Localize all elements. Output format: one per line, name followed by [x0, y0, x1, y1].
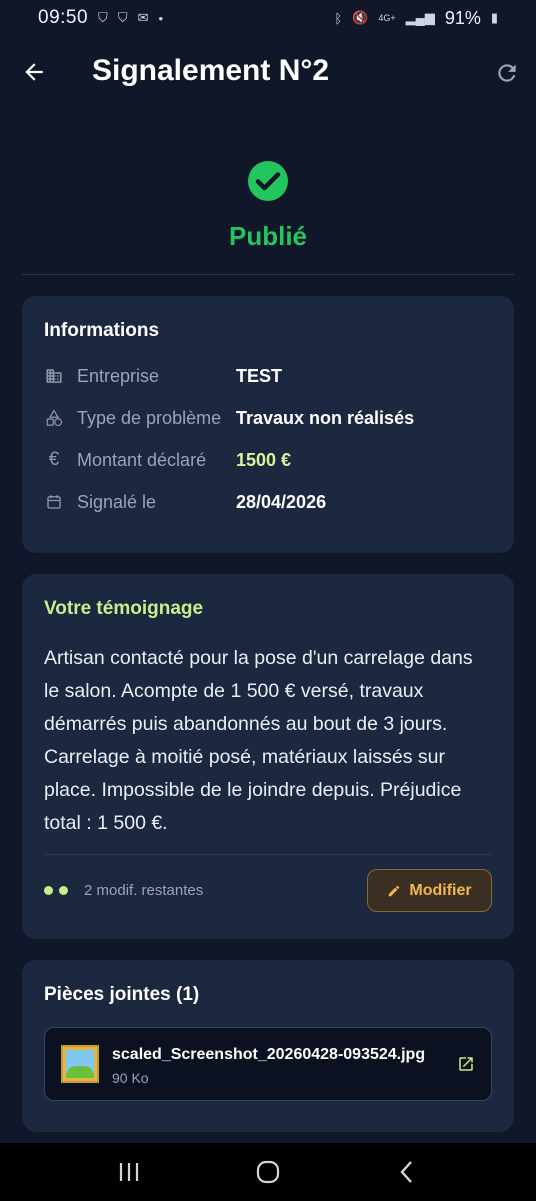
status-label: Publié — [228, 221, 307, 251]
open-external-icon[interactable] — [457, 1055, 475, 1073]
file-size: 90 Ko — [112, 1070, 149, 1086]
info-row-company: Entreprise TEST — [44, 362, 492, 390]
battery-percent: 91% — [444, 7, 481, 28]
signal-icon: ▂▄▆ — [405, 10, 435, 25]
info-label: Signalé le — [77, 491, 157, 512]
status-bar: 09:50 ⛉ ⛉ ✉ • ᛒ 🔇 4G+ ▂▄▆ 91% ▮ — [0, 0, 536, 36]
publication-status: Publié — [0, 160, 536, 252]
network-type: 4G+ — [378, 13, 396, 23]
dot-icon: • — [158, 10, 164, 26]
info-row-amount: € Montant déclaré 1500 € — [44, 446, 492, 474]
page-title: Signalement N°2 — [92, 54, 330, 87]
attachments-title: Pièces jointes (1) — [44, 984, 200, 1005]
info-row-problem-type: Type de problème Travaux non réalisés — [44, 404, 492, 432]
edit-dot — [44, 886, 53, 895]
modify-button[interactable]: Modifier — [367, 869, 492, 912]
info-value: TEST — [236, 365, 283, 386]
testimony-card: Votre témoignage Artisan contacté pour l… — [22, 574, 514, 939]
system-nav-bar — [0, 1143, 536, 1201]
refresh-button[interactable] — [492, 58, 522, 88]
divider — [22, 274, 514, 275]
app-bar: Signalement N°2 — [0, 44, 536, 104]
shield-notification-icon-2: ⛉ — [117, 10, 128, 25]
info-card: Informations Entreprise TEST Type de pro… — [22, 296, 514, 553]
bluetooth-icon: ᛒ — [334, 10, 343, 26]
check-circle-icon — [248, 161, 288, 201]
calendar-icon — [44, 492, 64, 512]
attachments-card: Pièces jointes (1) scaled_Screenshot_202… — [22, 960, 514, 1132]
info-label: Montant déclaré — [77, 449, 207, 470]
edit-dot — [59, 886, 68, 895]
info-card-title: Informations — [44, 320, 160, 341]
arrow-left-icon — [25, 63, 43, 81]
home-button[interactable] — [248, 1152, 288, 1192]
file-name: scaled_Screenshot_20260428-093524.jpg — [112, 1046, 426, 1063]
recent-apps-button[interactable] — [109, 1152, 149, 1192]
testimony-text: Artisan contacté pour la pose d'un carre… — [44, 647, 473, 834]
clock: 09:50 — [38, 7, 89, 28]
info-value-amount: 1500 € — [236, 449, 292, 470]
info-value: 28/04/2026 — [236, 491, 327, 512]
back-button[interactable] — [18, 56, 50, 88]
chevron-left-icon — [400, 1161, 412, 1183]
edits-remaining: 2 modif. restantes — [44, 882, 203, 899]
info-label: Entreprise — [77, 365, 160, 386]
status-bar-right: ᛒ 🔇 4G+ ▂▄▆ 91% ▮ — [334, 8, 498, 29]
info-value: Travaux non réalisés — [236, 407, 415, 428]
refresh-icon — [498, 64, 516, 82]
modify-button-label: Modifier — [409, 881, 472, 899]
edits-remaining-text: 2 modif. restantes — [84, 882, 204, 899]
divider — [44, 854, 492, 855]
category-icon — [44, 408, 64, 428]
shield-notification-icon: ⛉ — [98, 10, 108, 25]
info-row-date: Signalé le 28/04/2026 — [44, 488, 492, 516]
testimony-title: Votre témoignage — [44, 598, 204, 619]
pencil-icon — [389, 885, 400, 896]
mute-icon: 🔇 — [352, 10, 369, 25]
euro-icon: € — [48, 449, 60, 470]
mail-icon: ✉ — [137, 10, 149, 25]
system-back-button[interactable] — [387, 1152, 427, 1192]
building-icon — [44, 366, 64, 386]
info-label: Type de problème — [77, 407, 222, 428]
recent-apps-icon — [120, 1163, 139, 1181]
attachment-item[interactable]: scaled_Screenshot_20260428-093524.jpg 90… — [44, 1027, 492, 1101]
status-bar-left: 09:50 ⛉ ⛉ ✉ • — [38, 7, 163, 29]
home-icon — [256, 1160, 280, 1184]
image-file-icon — [61, 1045, 99, 1083]
battery-icon: ▮ — [490, 10, 498, 25]
